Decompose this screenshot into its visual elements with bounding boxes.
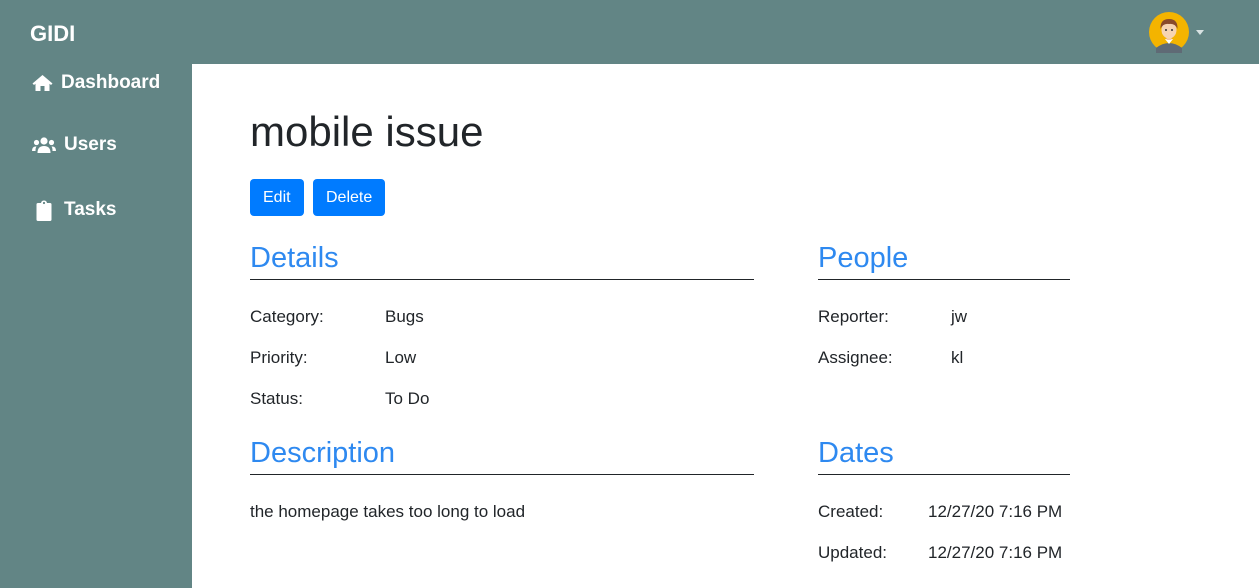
brand-logo-text[interactable]: GIDI [30, 20, 75, 48]
dates-heading: Dates [818, 435, 1070, 475]
sidebar-item-label: Tasks [64, 199, 117, 220]
clipboard-icon [36, 200, 52, 221]
created-label: Created: [818, 502, 884, 521]
priority-label: Priority: [250, 348, 308, 367]
created-value: 12/27/20 7:16 PM [928, 502, 1063, 521]
chevron-down-icon [1196, 29, 1204, 35]
sidebar-item-label: Users [64, 134, 117, 155]
home-icon [32, 74, 53, 92]
category-label: Category: [250, 307, 324, 326]
users-icon [32, 136, 56, 154]
sidebar-item-dashboard[interactable]: Dashboard [32, 69, 160, 97]
description-text: the homepage takes too long to load [250, 502, 526, 521]
people-heading: People [818, 240, 1070, 280]
reporter-value: jw [951, 307, 968, 326]
updated-label: Updated: [818, 543, 887, 562]
edit-button[interactable]: Edit [250, 179, 304, 216]
sidebar: Dashboard Users Tasks [0, 64, 192, 588]
sidebar-item-users[interactable]: Users [32, 131, 117, 159]
priority-value: Low [385, 348, 417, 367]
delete-button[interactable]: Delete [313, 179, 386, 216]
assignee-label: Assignee: [818, 348, 893, 367]
status-value: To Do [385, 389, 430, 408]
top-navbar: GIDI [0, 0, 1259, 64]
assignee-value: kl [951, 348, 964, 367]
main-content: mobile issue Edit Delete Details Categor… [192, 64, 1259, 588]
sidebar-item-label: Dashboard [61, 72, 161, 93]
description-heading: Description [250, 435, 754, 475]
user-menu-toggle[interactable] [1148, 11, 1204, 53]
avatar[interactable] [1148, 11, 1190, 53]
reporter-label: Reporter: [818, 307, 889, 326]
category-value: Bugs [385, 307, 424, 326]
updated-value: 12/27/20 7:16 PM [928, 543, 1063, 562]
details-heading: Details [250, 240, 754, 280]
page-title: mobile issue [250, 108, 484, 155]
sidebar-item-tasks[interactable]: Tasks [32, 196, 116, 224]
status-label: Status: [250, 389, 303, 408]
